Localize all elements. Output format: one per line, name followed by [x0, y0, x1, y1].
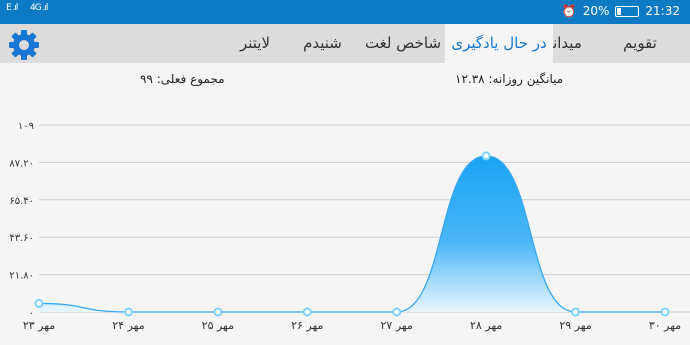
alarm-icon: ⏰ [561, 4, 577, 18]
series-line [38, 155, 665, 313]
x-tick-label: ۳۰ مهر [649, 319, 681, 332]
battery-percent: 20% [582, 4, 610, 18]
learning-chart: ۰ ۲۱.۸۰ ۴۳.۶۰ ۶۵.۴۰ ۸۷.۲۰ ۱۰۹ ۲۳ مهر ۲۴ مهر ۲۵ م… [9, 121, 690, 332]
y-tick-label: ۶۵.۴۰ [9, 196, 34, 207]
status-bar: E .ıl 4G .ıl ⏰ 20% 21:32 [0, 0, 690, 24]
y-tick-label: ۸۷.۲۰ [9, 158, 34, 169]
clock: 21:32 [645, 4, 680, 18]
tab-bar: تقویم میدانم در حال یادگیری شاخص لغت شنی… [0, 24, 690, 63]
x-tick-label: ۲۵ مهر [202, 319, 234, 332]
area-fill [39, 155, 665, 312]
gear-icon[interactable] [7, 28, 41, 62]
data-point[interactable] [571, 307, 581, 317]
data-point[interactable] [123, 307, 133, 317]
y-tick-label: ۱۰۹ [18, 121, 34, 132]
tab-calendar[interactable]: تقویم [590, 24, 690, 63]
signal-icon: 4G .ıl [30, 3, 48, 13]
data-point[interactable] [34, 298, 44, 308]
status-right: ⏰ 20% 21:32 [562, 4, 680, 18]
tab-learning[interactable]: در حال یادگیری [445, 24, 553, 63]
data-point[interactable] [302, 307, 312, 317]
x-tick-label: ۲۴ مهر [112, 319, 144, 332]
x-tick-label: ۲۷ مهر [381, 319, 413, 332]
data-point[interactable] [660, 307, 670, 317]
tab-heard[interactable]: شنیدم [290, 24, 355, 63]
signal-icon: E .ıl [6, 3, 18, 13]
data-point[interactable] [392, 307, 402, 317]
y-tick-label: ۴۳.۶۰ [9, 233, 34, 244]
x-tick-label: ۲۶ مهر [291, 319, 323, 332]
tab-word-index[interactable]: شاخص لغت [362, 24, 444, 63]
battery-icon [615, 5, 640, 17]
tab-leitner[interactable]: لایتنر [225, 24, 285, 63]
x-tick-label: ۲۹ مهر [559, 319, 591, 332]
x-tick-label: ۲۳ مهر [23, 319, 55, 332]
y-tick-label: ۰ [29, 308, 34, 319]
x-tick-label: ۲۸ مهر [470, 319, 502, 332]
data-point[interactable] [481, 151, 491, 161]
data-point[interactable] [213, 307, 223, 317]
y-tick-label: ۲۱.۸۰ [9, 271, 34, 282]
